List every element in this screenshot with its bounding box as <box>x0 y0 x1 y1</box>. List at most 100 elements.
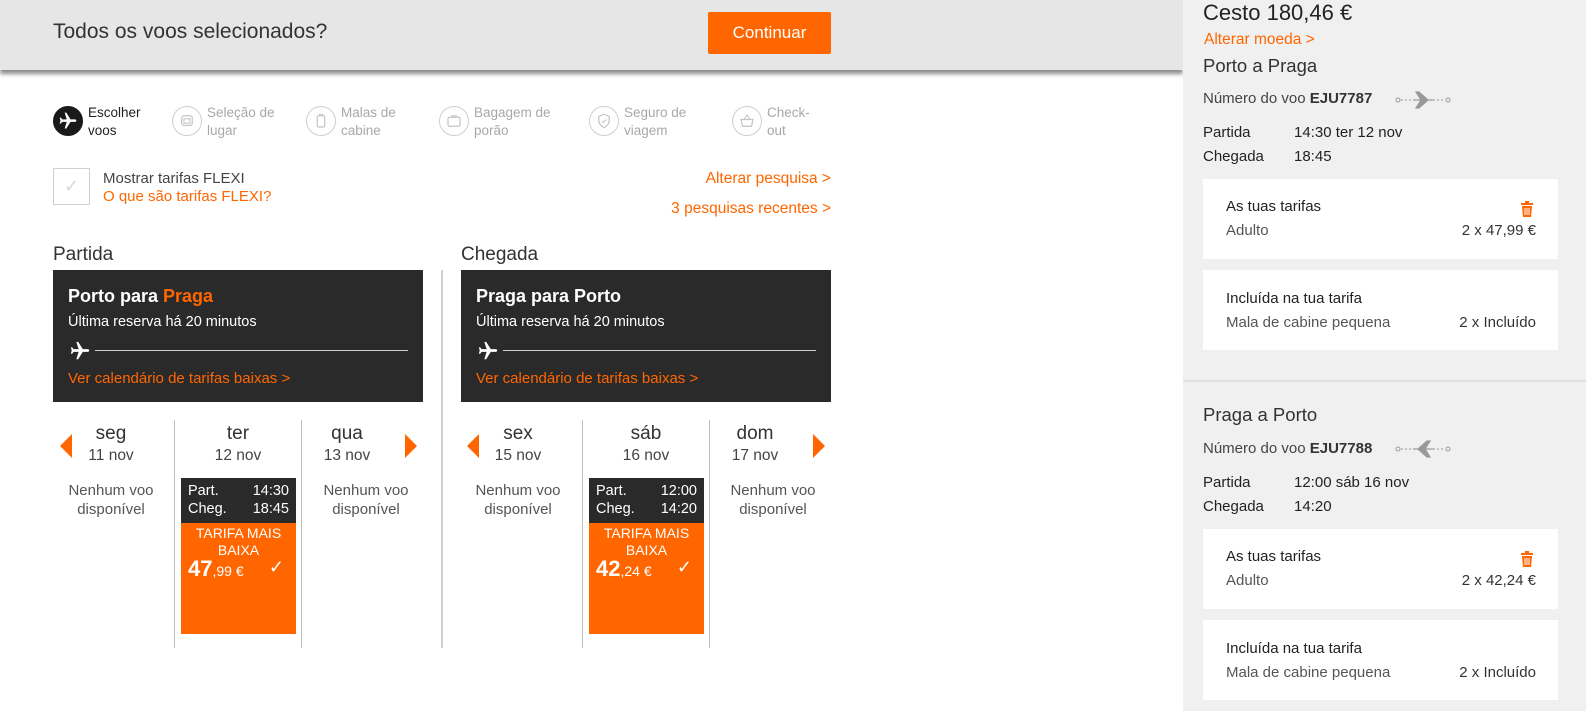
departure-row: Partida 14:30 ter 12 nov <box>1203 124 1402 141</box>
last-booking-text: Última reserva há 20 minutos <box>68 314 257 330</box>
departure-time: 14:30 <box>252 483 289 499</box>
hold-bag-icon <box>439 106 469 136</box>
low-fare-calendar-link[interactable]: Ver calendário de tarifas baixas > <box>68 370 290 387</box>
day-date: 15 nov <box>494 447 542 464</box>
step-label-line2: out <box>767 123 786 138</box>
step-seat-selection[interactable]: Seleção de lugar <box>172 104 302 144</box>
step-label-line1: Malas de <box>341 105 396 120</box>
passenger-type: Adulto <box>1226 222 1269 239</box>
flight-number-value: EJU7788 <box>1309 440 1373 457</box>
day-separator <box>174 420 175 648</box>
fare-price-block: TARIFA MAIS BAIXA 47,99 € ✓ <box>181 523 296 634</box>
selected-fare-card[interactable]: Part. 12:00 Cheg. 14:20 TARIFA MAIS BAIXA … <box>589 478 704 634</box>
arrival-label: Cheg. <box>596 501 635 517</box>
change-currency-link[interactable]: Alterar moeda > <box>1204 31 1315 49</box>
fare-times: Part. 14:30 Cheg. 18:45 <box>181 478 296 523</box>
fare-price-block: TARIFA MAIS BAIXA 42,24 € ✓ <box>589 523 704 634</box>
step-checkout[interactable]: Check-out <box>732 104 862 144</box>
trash-icon[interactable] <box>1520 201 1534 217</box>
included-card: Incluída na tua tarifa Mala de cabine pe… <box>1203 620 1558 700</box>
price-integer: 47 <box>188 556 213 581</box>
basket-panel: Cesto 180,46 € Alterar moeda > Porto a P… <box>1183 0 1586 711</box>
departure-label: Partida <box>1203 474 1251 491</box>
day-date: 11 nov <box>88 447 134 464</box>
flexi-info-link[interactable]: O que são tarifas FLEXI? <box>103 188 271 205</box>
day-name: sáb <box>630 423 662 444</box>
arrival-label: Chegada <box>1203 148 1264 165</box>
step-label-line1: Escolher <box>88 105 141 120</box>
route-destination: Praga <box>163 286 214 306</box>
flight-number: Número do voo EJU7788 <box>1203 440 1372 457</box>
flight-number-label: Número do voo <box>1203 440 1306 457</box>
change-search-link[interactable]: Alterar pesquisa > <box>706 170 831 188</box>
fares-card: As tuas tarifas Adulto 2 x 47,99 € <box>1203 179 1558 259</box>
continue-button[interactable]: Continuar <box>708 12 831 54</box>
departure-label: Partida <box>1203 124 1251 141</box>
plane-icon <box>478 341 498 360</box>
fares-title: As tuas tarifas <box>1226 198 1322 215</box>
topbar-title: Todos os voos selecionados? <box>53 20 328 43</box>
selected-fare-card[interactable]: Part. 14:30 Cheg. 18:45 TARIFA MAIS BAIXA … <box>181 478 296 634</box>
day-name: sex <box>503 423 533 444</box>
arrival-value: 18:45 <box>1294 148 1332 165</box>
step-label-line1: Seguro de <box>624 105 687 120</box>
step-label-line2: voos <box>88 123 117 138</box>
arrival-label: Cheg. <box>188 501 227 517</box>
step-cabin-bags[interactable]: Malas de cabine <box>306 104 436 144</box>
step-label-line1: Seleção de <box>207 105 275 120</box>
included-value: 2 x Incluído <box>1459 314 1536 331</box>
check-icon: ✓ <box>63 176 80 196</box>
no-flight-text: Nenhum voo disponível <box>730 482 816 518</box>
price-decimal: ,24 € <box>620 563 652 579</box>
included-value: 2 x Incluído <box>1459 664 1536 681</box>
basket-icon <box>732 106 762 136</box>
flexi-checkbox[interactable]: ✓ <box>53 168 90 205</box>
top-bar: Todos os voos selecionados? Continuar <box>0 0 1183 70</box>
day-column[interactable]: seg 11 nov Nenhum voo disponível <box>54 420 168 519</box>
step-choose-flights[interactable]: Escolher voos <box>53 104 183 144</box>
last-booking-text: Última reserva há 20 minutos <box>476 314 665 330</box>
step-label-line2: viagem <box>624 123 668 138</box>
leg-separator <box>1183 380 1586 382</box>
route-origin: Porto para <box>68 286 164 306</box>
included-item: Mala de cabine pequena <box>1226 314 1391 331</box>
step-label-line2: lugar <box>207 123 238 138</box>
outbound-flight-box: Porto para Praga Última reserva há 20 mi… <box>53 270 423 402</box>
day-name: ter <box>226 423 250 444</box>
fares-title: As tuas tarifas <box>1226 548 1322 565</box>
arrival-time: 14:20 <box>660 501 697 517</box>
check-icon: ✓ <box>676 557 692 577</box>
fare-times: Part. 12:00 Cheg. 14:20 <box>589 478 704 523</box>
page: Todos os voos selecionados? Continuar Es… <box>0 0 1586 711</box>
outbound-heading: Partida <box>53 244 114 265</box>
step-hold-luggage[interactable]: Bagagem de porão <box>439 104 569 144</box>
flexi-label: Mostrar tarifas FLEXI <box>103 170 245 187</box>
outbound-route: Porto para Praga <box>68 286 213 307</box>
recent-searches-link[interactable]: 3 pesquisas recentes > <box>671 200 831 218</box>
fares-card: As tuas tarifas Adulto 2 x 42,24 € <box>1203 529 1558 609</box>
fare-value: 2 x 42,24 € <box>1461 572 1536 589</box>
fare-value: 2 x 47,99 € <box>1461 222 1536 239</box>
departure-label: Part. <box>188 483 219 499</box>
departure-time: 12:00 <box>660 483 697 499</box>
lowest-fare-tag: TARIFA MAIS BAIXA <box>195 525 282 558</box>
route-line <box>95 350 408 351</box>
step-label-line1: Check- <box>767 105 810 120</box>
step-travel-insurance[interactable]: Seguro de viagem <box>589 104 719 144</box>
included-title: Incluída na tua tarifa <box>1226 290 1362 307</box>
inbound-heading: Chegada <box>461 244 539 265</box>
arrival-time: 18:45 <box>252 501 289 517</box>
inbound-route: Praga para Porto <box>476 286 622 306</box>
day-date: 12 nov <box>214 447 262 464</box>
day-column[interactable]: ter 12 nov <box>181 420 295 465</box>
passenger-type: Adulto <box>1226 572 1269 589</box>
step-label-line2: porão <box>474 123 509 138</box>
included-title: Incluída na tua tarifa <box>1226 640 1362 657</box>
day-column[interactable]: sex 15 nov Nenhum voo disponível <box>461 420 575 519</box>
trash-icon[interactable] <box>1520 551 1534 567</box>
low-fare-calendar-link[interactable]: Ver calendário de tarifas baixas > <box>476 370 698 387</box>
included-card: Incluída na tua tarifa Mala de cabine pe… <box>1203 270 1558 350</box>
leg-title: Praga a Porto <box>1203 404 1318 425</box>
plane-icon <box>53 106 83 136</box>
day-column[interactable]: sáb 16 nov <box>589 420 703 465</box>
